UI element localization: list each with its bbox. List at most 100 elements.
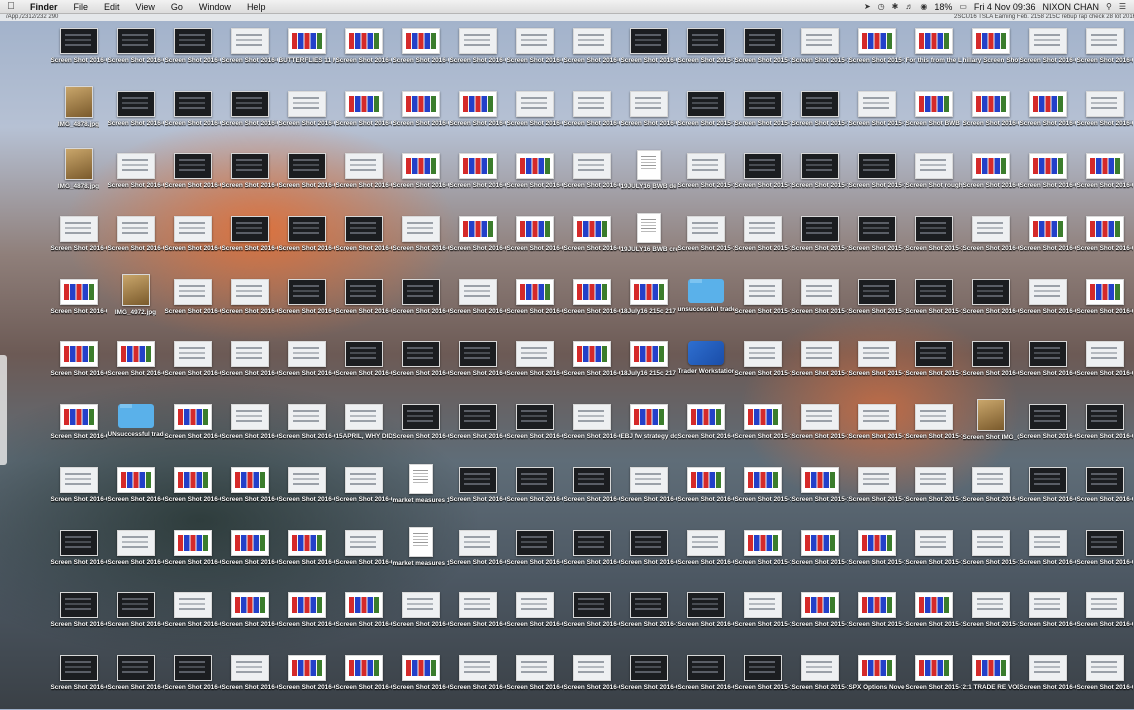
clock[interactable]: Fri 4 Nov 09:36 [974, 2, 1036, 12]
desktop-file-icon[interactable]: Screen Shot 2016-0...1.36 PM [164, 208, 221, 271]
hidden-window-edge[interactable] [0, 355, 7, 465]
desktop-file-icon[interactable]: Screen Shot 2016-0...3.37 PM [164, 459, 221, 522]
desktop-file-icon[interactable]: Screen Shot 2015-11...5.37 PM [791, 584, 848, 647]
desktop-file-icon[interactable]: Screen Shot 2016-0...4.25 PM [164, 333, 221, 396]
desktop-file-icon[interactable]: Screen Shot 2016-0...5.29 PM [449, 647, 506, 710]
desktop-file-icon[interactable]: Screen Shot 2016-0...9.07 PM [278, 459, 335, 522]
desktop-file-icon[interactable]: Screen Shot 2016-0...4.35 PM [221, 83, 278, 146]
desktop-file-icon[interactable]: Screen Shot 2016-0...2.02 PM [392, 584, 449, 647]
desktop-file-icon[interactable]: Screen Shot 2016-0...0.40 PM [1076, 333, 1133, 396]
desktop-file-icon[interactable]: Screen Shot 2016-0...1.10 PM [620, 83, 677, 146]
desktop-file-icon[interactable]: Screen Shot 2016-0...1.27 PM [107, 208, 164, 271]
desktop-file-icon[interactable]: Screen Shot 2015-11...3.19 PM [791, 271, 848, 334]
desktop-file-icon[interactable]: Screen Shot 2016-0...5.34 PM [563, 208, 620, 271]
desktop-file-icon[interactable]: Screen Shot 2015-1...8.25 PM [734, 459, 791, 522]
desktop-file-icon[interactable]: Screen Shot 2016-0...2.09 AM [392, 20, 449, 83]
menu-file[interactable]: File [66, 2, 97, 12]
desktop-file-icon[interactable]: Screen Shot 2016-0...0.40 PM [962, 459, 1019, 522]
desktop-file-icon[interactable]: Screen Shot 2016-0...5.51 PM [449, 396, 506, 459]
desktop-file-icon[interactable]: Screen Shot 2016-0...0.03 PM [563, 333, 620, 396]
desktop-file-icon[interactable]: Screen Shot 2016-0...1.41 PM [278, 647, 335, 710]
desktop-file-icon[interactable]: Screen Shot 2016-0...4.22 PM [506, 459, 563, 522]
desktop-file-icon[interactable]: Screen Shot 2016-0...5.52 AM [1019, 522, 1076, 585]
desktop-file-icon[interactable]: Screen Shot 2016-0...0.23 PM [392, 271, 449, 334]
desktop-file-icon[interactable]: Screen Shot 2015-1...0.13 PM [734, 396, 791, 459]
desktop-file-icon[interactable]: Screen Shot 2016-0...9.02 PM [392, 647, 449, 710]
desktop-file-icon[interactable]: Screen Shot 2016-0...11.14 AM [1019, 333, 1076, 396]
desktop-file-icon[interactable]: Screen Shot 2016-0...3.49 PM [1076, 271, 1133, 334]
desktop-file-icon[interactable]: Screen Shot 2015-1...6.36 PM [734, 584, 791, 647]
desktop-file-icon[interactable]: Screen Shot 2016-0...6.21 PM [1076, 83, 1133, 146]
desktop-file-icon[interactable]: Screen Shot 2016-0...1.51 PM [107, 584, 164, 647]
desktop-file-icon[interactable]: Screen Shot 2016-0...3.09 PM [278, 584, 335, 647]
desktop-file-icon[interactable]: Screen Shot 2016-0...0.17 PM [278, 396, 335, 459]
desktop-file-icon[interactable]: Screen Shot 2015-1...3.18 PM [848, 396, 905, 459]
desktop-file-icon[interactable]: Screen Shot 2015-11...1.41 PM [791, 522, 848, 585]
desktop-file-icon[interactable]: Screen Shot 2016-0...4.29 PM [221, 208, 278, 271]
desktop-file-icon[interactable]: Screen Shot 2016-0...0.46 AM [506, 208, 563, 271]
desktop-file-icon[interactable]: Screen Shot 2016-0...7.31 PM [335, 20, 392, 83]
desktop-file-icon[interactable]: Screen Shot 2016-0...4.07 PM [1076, 208, 1133, 271]
desktop-file-icon[interactable]: Screen Shot 2016-0...9.39 PM [620, 647, 677, 710]
desktop-file-icon[interactable]: Screen Shot 2016-0...7.29 PM [506, 522, 563, 585]
desktop-file-icon[interactable]: Screen Shot 2016-0...1.44 PM [620, 459, 677, 522]
desktop-file-icon[interactable]: Screen Shot 2016-0...4.07 PM [1076, 522, 1133, 585]
desktop-file-icon[interactable]: 18July16 215c 217 222...8 dough [620, 333, 677, 396]
desktop-file-icon[interactable]: Screen Shot IMG_0032.jpg [962, 396, 1019, 459]
desktop-file-icon[interactable]: Screen Shot 2015-1...3.25 pm [677, 145, 734, 208]
desktop-file-icon[interactable]: Screen Shot 2016-0...4.59 PM [449, 522, 506, 585]
desktop-file-icon[interactable]: Screen Shot 2016-0...1.42 PM [164, 145, 221, 208]
desktop-file-icon[interactable]: Screen Shot 2016-0...6.42 PM [563, 396, 620, 459]
desktop-file-icon[interactable]: Screen Shot 2016-0...6.07 PM [449, 145, 506, 208]
desktop-file-icon[interactable]: Screen Shot 2016-0...5.14 PM [50, 396, 107, 459]
desktop-file-icon[interactable]: Screen Shot 2016-0...6.29 PM [221, 647, 278, 710]
desktop-file-icon[interactable]: Screen Shot 2016-0...8.36 PM [1019, 20, 1076, 83]
user-name[interactable]: NIXON CHAN [1042, 2, 1099, 12]
desktop-file-icon[interactable]: Screen Shot 2016-0...3.15 PM [449, 20, 506, 83]
desktop-file-icon[interactable]: Screen Shot 2016-0...8.18 PM [221, 271, 278, 334]
desktop-file-icon[interactable]: Screen Shot 2016-0...0.33 PM [50, 647, 107, 710]
desktop-file-icon[interactable]: Screen Shot 2016-0...3.44 PM [620, 20, 677, 83]
desktop-file-icon[interactable]: Screen Shot 2015-1...9.03 pm [677, 20, 734, 83]
desktop-file-icon[interactable]: Screen Shot 2015-1...6.45 AM [848, 208, 905, 271]
desktop-file-icon[interactable]: Screen Shot 2016-0...5.28 PM [278, 208, 335, 271]
desktop-file-icon[interactable]: Screen Shot 2016-0...5.24 PM [506, 584, 563, 647]
desktop-file-icon[interactable]: Screen Shot 2016-0...3.20 PM [278, 333, 335, 396]
desktop-file-icon[interactable]: Screen Shot 2015-1...25 PM [848, 459, 905, 522]
desktop-file-icon[interactable]: Screen Shot 2016-0...2.35 PM [164, 647, 221, 710]
desktop-file-icon[interactable]: Screen Shot 2015-1...4.07 PM [905, 208, 962, 271]
desktop-file-icon[interactable]: 19JULY16 BWB debit 1/...ax profit [620, 145, 677, 208]
desktop-file-icon[interactable]: Screen Shot 2015-1...2.13 PM [734, 145, 791, 208]
desktop-file-icon[interactable]: Screen Shot 2016-0...8.27 PM [221, 522, 278, 585]
desktop-file-icon[interactable]: Screen Shot 2016-1...7.21 PM [620, 584, 677, 647]
desktop-file-icon[interactable]: Screen Shot 2015-1...2.59 PM [848, 20, 905, 83]
desktop-file-icon[interactable]: unsuccessful trades [677, 271, 734, 334]
desktop-file-icon[interactable]: Screen Shot 2015-1...8.17 PM [962, 584, 1019, 647]
desktop-file-icon[interactable]: Screen Shot 2016-0...4.40 PM [107, 145, 164, 208]
desktop-file-icon[interactable]: Screen Shot 2015-11...5.58 PM [734, 208, 791, 271]
wifi-icon[interactable]: ◉ [920, 2, 927, 11]
desktop-file-icon[interactable]: Screen Shot 2015-1...7.20 PM [848, 271, 905, 334]
desktop-file-icon[interactable]: 15APRIL, WHY DID IT TRIGGER? [335, 396, 392, 459]
desktop-file-icon[interactable]: market measures 15apr16...ments [392, 522, 449, 585]
desktop-file-icon[interactable]: Screen Shot 2016-0...4.21 PM [563, 584, 620, 647]
desktop-file-icon[interactable]: Screen Shot 2016-0...7.29 PM [962, 145, 1019, 208]
desktop-file-icon[interactable]: Screen Shot 2016-0...1.15 PM [278, 145, 335, 208]
desktop-file-icon[interactable]: Screen Shot 2016-0...7.52 PM [107, 333, 164, 396]
battery-percent[interactable]: 18% [934, 2, 952, 12]
desktop-file-icon[interactable]: Screen Shot 2016-0...2.02 PM [221, 584, 278, 647]
apple-menu-icon[interactable]:  [0, 1, 22, 12]
desktop-file-icon[interactable]: Screen Shot rough BWB 14dec15 [905, 145, 962, 208]
desktop-file-icon[interactable]: Screen Shot 2016-0...9.30 PM [620, 522, 677, 585]
desktop-file-icon[interactable]: Screen Shot 2015-1...9.58 pm [677, 208, 734, 271]
desktop-file-icon[interactable]: Screen Shot 2016-0...7.44 PM [278, 522, 335, 585]
desktop-file-icon[interactable]: Screen Shot 2016-0...0.51 PM [50, 208, 107, 271]
desktop-file-icon[interactable]: Screen Shot 2016-0...5.45 PM [392, 83, 449, 146]
desktop-file-icon[interactable]: Screen Shot BWB 14dec15 [905, 83, 962, 146]
desktop-file-icon[interactable]: Screen Shot 2016-0...0.26 PM [449, 271, 506, 334]
desktop-file-icon[interactable]: Screen Shot 2016-0...7.12 PM [335, 145, 392, 208]
desktop-file-icon[interactable]: Screen Shot 2015-1...2.41 PM [791, 396, 848, 459]
desktop-file-icon[interactable]: Screen Shot 2016-0...9.32 PM [563, 522, 620, 585]
desktop-file-icon[interactable]: Screen Shot 2015-1...2.02 PM [791, 83, 848, 146]
desktop-file-icon[interactable]: Screen Shot 2016-0...0.58 PM [50, 20, 107, 83]
